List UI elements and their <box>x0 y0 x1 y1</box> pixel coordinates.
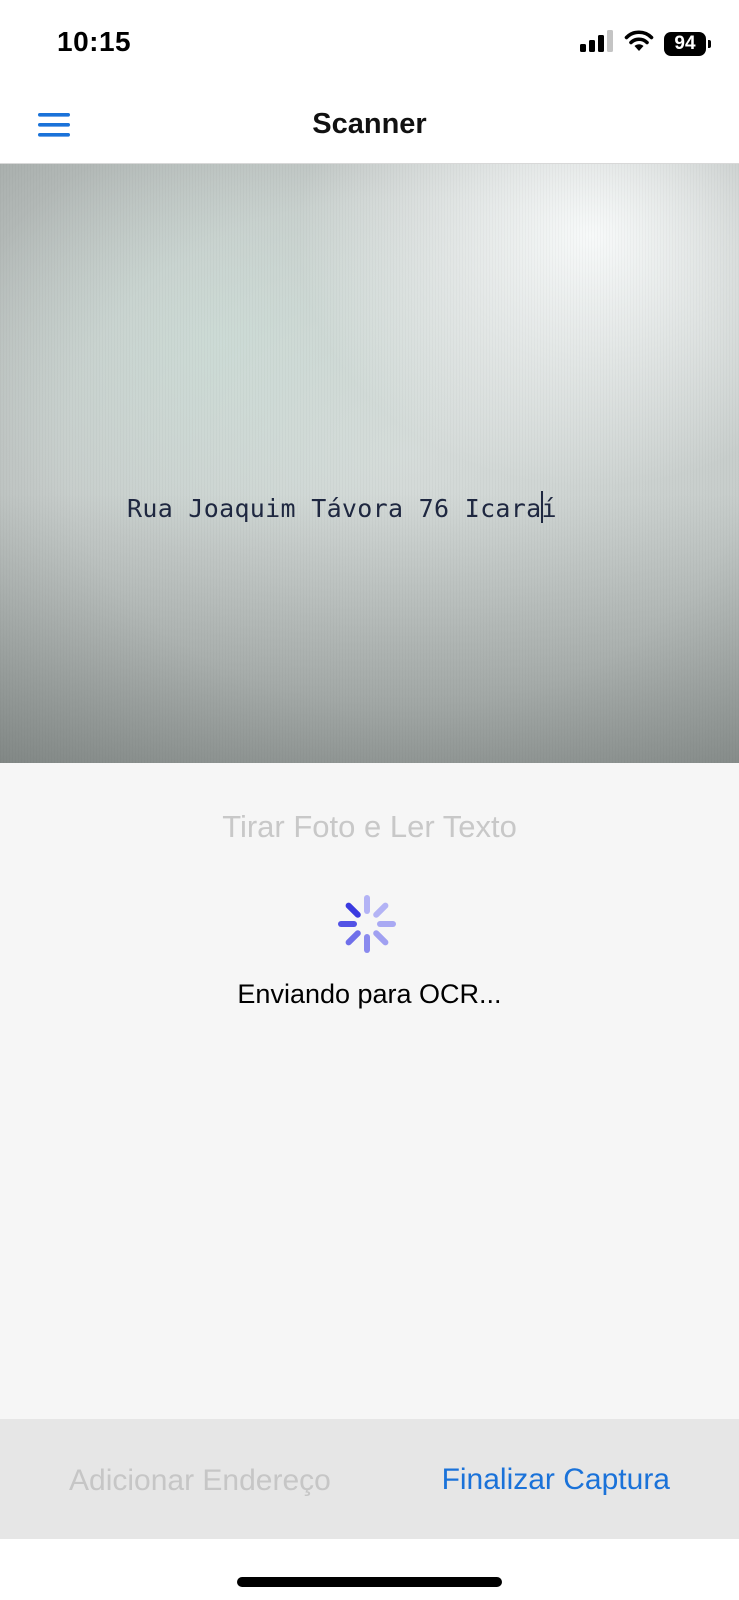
main-content: Tirar Foto e Ler Texto Enviando para OCR… <box>0 763 739 1419</box>
loading-spinner-icon <box>336 893 398 955</box>
battery-icon: 94 <box>664 31 711 56</box>
add-address-button[interactable]: Adicionar Endereço <box>69 1464 331 1498</box>
status-bar: 10:15 94 <box>0 0 739 90</box>
status-icons: 94 <box>580 30 711 57</box>
ocr-status-text: Enviando para OCR... <box>237 979 502 1009</box>
take-photo-button[interactable]: Tirar Foto e Ler Texto <box>0 809 739 845</box>
finish-capture-button[interactable]: Finalizar Captura <box>442 1463 670 1497</box>
signal-icon <box>580 30 614 57</box>
bottom-toolbar: Adicionar Endereço Finalizar Captura <box>0 1419 739 1539</box>
scanned-text: Rua Joaquim Távora 76 Icaraí <box>127 494 557 523</box>
battery-level: 94 <box>674 32 696 54</box>
page-title: Scanner <box>312 108 427 140</box>
wifi-icon <box>624 30 654 57</box>
navigation-bar: Scanner <box>0 90 739 164</box>
home-indicator[interactable] <box>237 1577 502 1587</box>
camera-preview: Rua Joaquim Távora 76 Icaraí <box>0 164 739 763</box>
home-area <box>0 1539 739 1600</box>
status-time: 10:15 <box>57 26 132 57</box>
text-cursor <box>541 491 543 523</box>
